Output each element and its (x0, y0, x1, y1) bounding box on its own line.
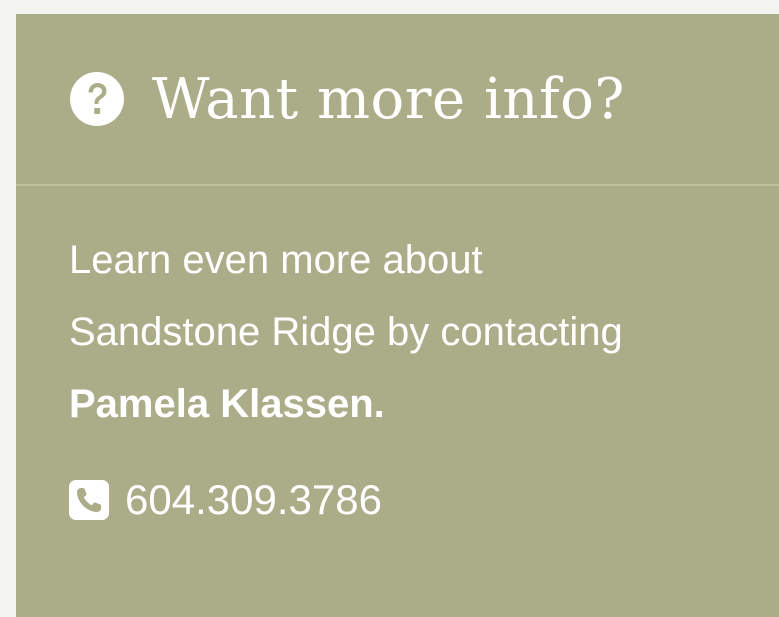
body-line-2: Sandstone Ridge by contacting (69, 310, 623, 354)
contact-name: Pamela Klassen. (69, 382, 385, 426)
card-header: Want more info? (16, 14, 779, 186)
phone-number-link[interactable]: 604.309.3786 (125, 476, 382, 524)
body-line-1: Learn even more about (69, 238, 483, 282)
card-body: Learn even more about Sandstone Ridge by… (16, 186, 779, 524)
question-circle-icon (70, 72, 124, 126)
phone-row: 604.309.3786 (69, 476, 779, 524)
card-title: Want more info? (152, 66, 625, 132)
phone-icon (69, 480, 109, 520)
info-paragraph: Learn even more about Sandstone Ridge by… (69, 224, 749, 440)
info-card: Want more info? Learn even more about Sa… (16, 14, 779, 617)
